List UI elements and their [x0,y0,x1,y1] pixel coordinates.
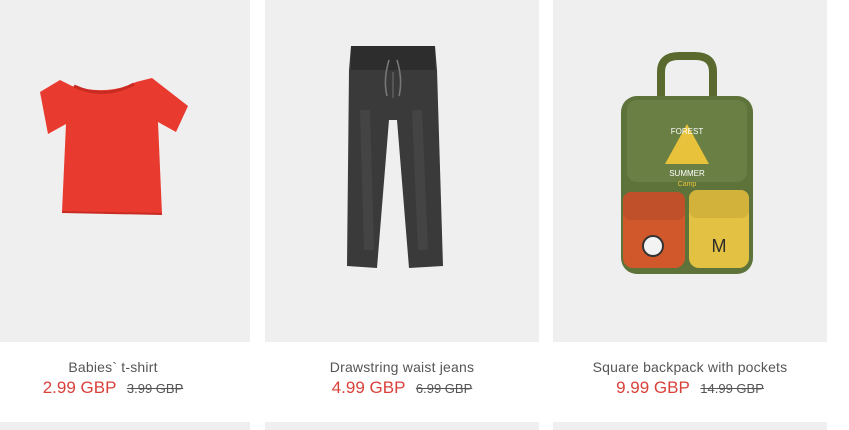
product-prices: 2.99 GBP 3.99 GBP [0,378,250,398]
svg-text:FOREST: FOREST [671,127,704,136]
green-backpack-image: FOREST SUMMER Camp M [621,52,753,274]
original-price: 6.99 GBP [415,381,473,396]
original-price: 14.99 GBP [700,381,764,396]
next-product-card-edge[interactable] [553,422,827,430]
product-name[interactable]: Babies` t-shirt [0,359,250,375]
product-card[interactable]: FOREST SUMMER Camp M Square backpack wit… [553,0,827,420]
product-name[interactable]: Drawstring waist jeans [265,359,539,375]
original-price: 3.99 GBP [126,381,184,396]
sale-price: 9.99 GBP [616,378,690,397]
sale-price: 4.99 GBP [331,378,406,397]
svg-text:M: M [712,236,727,256]
product-card[interactable]: Drawstring waist jeans 4.99 GBP 6.99 GBP [265,0,539,420]
product-card[interactable]: Babies` t-shirt 2.99 GBP 3.99 GBP [0,0,250,420]
product-name[interactable]: Square backpack with pockets [553,359,827,375]
product-prices: 9.99 GBP 14.99 GBP [553,378,827,398]
grey-jeans-image [347,46,443,268]
next-product-card-edge[interactable] [265,422,539,430]
product-image-jeans[interactable] [265,0,539,342]
product-image-tshirt[interactable] [0,0,250,342]
product-prices: 4.99 GBP 6.99 GBP [265,378,539,398]
svg-text:Camp: Camp [678,181,697,188]
product-image-backpack[interactable]: FOREST SUMMER Camp M [553,0,827,342]
svg-text:SUMMER: SUMMER [669,169,705,178]
red-tshirt-image [40,78,188,215]
sale-price: 2.99 GBP [42,378,117,397]
next-product-card-edge[interactable] [0,422,250,430]
